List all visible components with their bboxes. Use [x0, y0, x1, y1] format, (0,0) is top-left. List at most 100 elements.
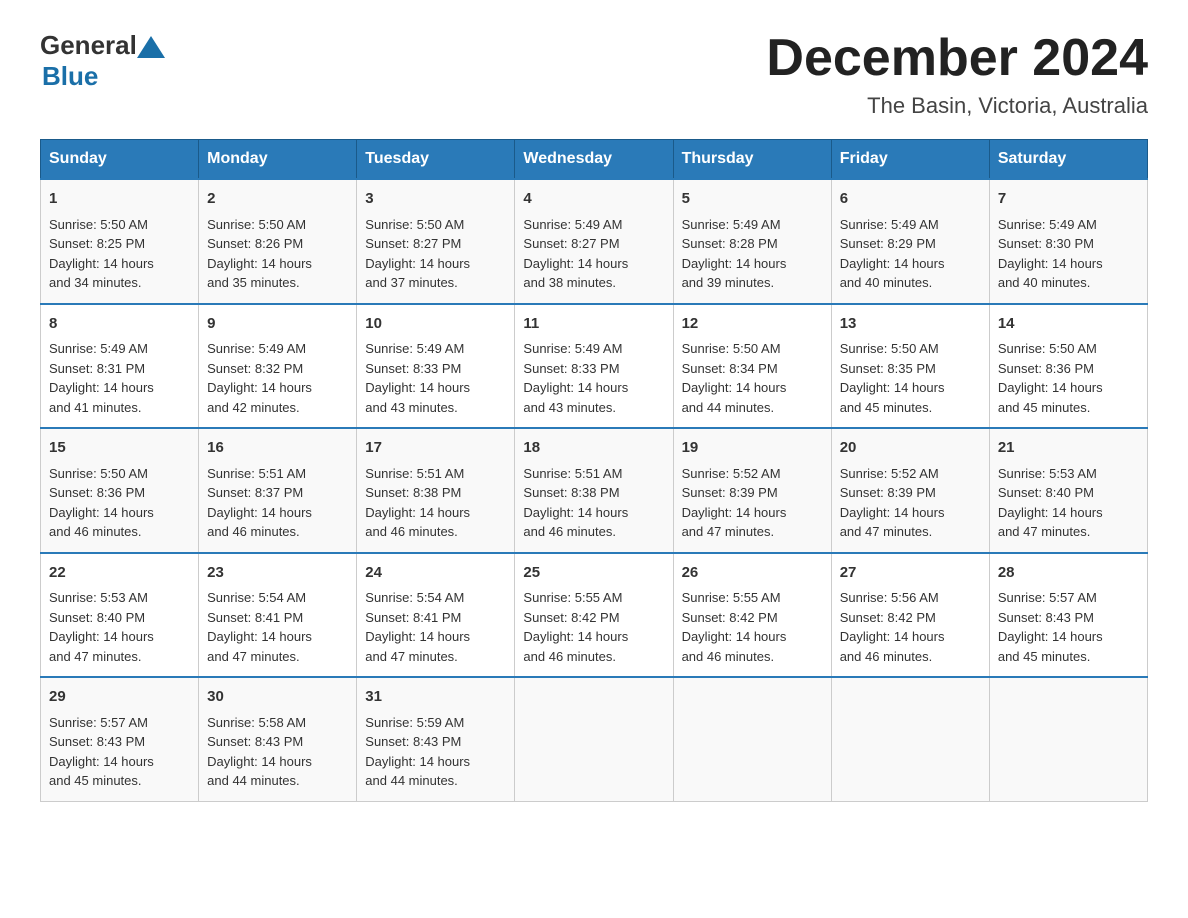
day-number: 16: [207, 437, 348, 460]
col-header-saturday: Saturday: [989, 140, 1147, 180]
calendar-cell: 5Sunrise: 5:49 AMSunset: 8:28 PMDaylight…: [673, 179, 831, 304]
logo-blue: Blue: [42, 61, 165, 92]
calendar-cell: [673, 677, 831, 801]
day-number: 14: [998, 313, 1139, 336]
day-number: 2: [207, 188, 348, 211]
col-header-friday: Friday: [831, 140, 989, 180]
day-info: Sunrise: 5:50 AMSunset: 8:34 PMDaylight:…: [682, 341, 787, 415]
location-title: The Basin, Victoria, Australia: [766, 93, 1148, 119]
page-header: General Blue December 2024 The Basin, Vi…: [40, 30, 1148, 119]
calendar-cell: 25 Sunrise: 5:55 AMSunset: 8:42 PMDayligh…: [515, 553, 673, 678]
day-number: 30: [207, 686, 348, 709]
calendar-week-row: 1 Sunrise: 5:50 AMSunset: 8:25 PMDaylight…: [41, 179, 1148, 304]
calendar-cell: 10 Sunrise: 5:49 AMSunset: 8:33 PMDayligh…: [357, 304, 515, 429]
day-info: Sunrise: 5:50 AMSunset: 8:36 PMDaylight:…: [998, 341, 1103, 415]
day-info: Sunrise: 5:55 AMSunset: 8:42 PMDaylight:…: [682, 590, 787, 664]
day-info: Sunrise: 5:59 AMSunset: 8:43 PMDaylight:…: [365, 715, 470, 789]
day-number: 6: [840, 188, 981, 211]
calendar-cell: 30Sunrise: 5:58 AMSunset: 8:43 PMDayligh…: [199, 677, 357, 801]
calendar-cell: 23Sunrise: 5:54 AMSunset: 8:41 PMDayligh…: [199, 553, 357, 678]
calendar-cell: 27 Sunrise: 5:56 AMSunset: 8:42 PMDayligh…: [831, 553, 989, 678]
day-info: Sunrise: 5:49 AMSunset: 8:28 PMDaylight:…: [682, 217, 787, 291]
calendar-cell: 15Sunrise: 5:50 AMSunset: 8:36 PMDayligh…: [41, 428, 199, 553]
calendar-cell: 22 Sunrise: 5:53 AMSunset: 8:40 PMDayligh…: [41, 553, 199, 678]
col-header-thursday: Thursday: [673, 140, 831, 180]
day-info: Sunrise: 5:55 AMSunset: 8:42 PMDaylight:…: [523, 590, 628, 664]
day-number: 29: [49, 686, 190, 709]
calendar-cell: [515, 677, 673, 801]
calendar-cell: 4 Sunrise: 5:49 AMSunset: 8:27 PMDaylight…: [515, 179, 673, 304]
day-number: 27: [840, 562, 981, 585]
day-number: 15: [49, 437, 190, 460]
day-number: 1: [49, 188, 190, 211]
day-info: Sunrise: 5:50 AMSunset: 8:25 PMDaylight:…: [49, 217, 154, 291]
day-info: Sunrise: 5:49 AMSunset: 8:33 PMDaylight:…: [523, 341, 628, 415]
calendar-cell: 12Sunrise: 5:50 AMSunset: 8:34 PMDayligh…: [673, 304, 831, 429]
day-number: 4: [523, 188, 664, 211]
day-number: 3: [365, 188, 506, 211]
day-info: Sunrise: 5:57 AMSunset: 8:43 PMDaylight:…: [998, 590, 1103, 664]
calendar-cell: 7 Sunrise: 5:49 AMSunset: 8:30 PMDaylight…: [989, 179, 1147, 304]
day-info: Sunrise: 5:52 AMSunset: 8:39 PMDaylight:…: [840, 466, 945, 540]
col-header-wednesday: Wednesday: [515, 140, 673, 180]
day-info: Sunrise: 5:49 AMSunset: 8:33 PMDaylight:…: [365, 341, 470, 415]
calendar-week-row: 29 Sunrise: 5:57 AMSunset: 8:43 PMDayligh…: [41, 677, 1148, 801]
calendar-cell: 13Sunrise: 5:50 AMSunset: 8:35 PMDayligh…: [831, 304, 989, 429]
day-number: 18: [523, 437, 664, 460]
calendar-cell: 20 Sunrise: 5:52 AMSunset: 8:39 PMDayligh…: [831, 428, 989, 553]
day-info: Sunrise: 5:50 AMSunset: 8:26 PMDaylight:…: [207, 217, 312, 291]
calendar-cell: 3 Sunrise: 5:50 AMSunset: 8:27 PMDaylight…: [357, 179, 515, 304]
calendar-cell: 17Sunrise: 5:51 AMSunset: 8:38 PMDayligh…: [357, 428, 515, 553]
day-number: 25: [523, 562, 664, 585]
calendar-cell: 6 Sunrise: 5:49 AMSunset: 8:29 PMDaylight…: [831, 179, 989, 304]
day-info: Sunrise: 5:53 AMSunset: 8:40 PMDaylight:…: [49, 590, 154, 664]
calendar-cell: 16 Sunrise: 5:51 AMSunset: 8:37 PMDayligh…: [199, 428, 357, 553]
day-number: 24: [365, 562, 506, 585]
calendar-cell: 19 Sunrise: 5:52 AMSunset: 8:39 PMDayligh…: [673, 428, 831, 553]
day-info: Sunrise: 5:51 AMSunset: 8:37 PMDaylight:…: [207, 466, 312, 540]
day-info: Sunrise: 5:50 AMSunset: 8:27 PMDaylight:…: [365, 217, 470, 291]
calendar-week-row: 22 Sunrise: 5:53 AMSunset: 8:40 PMDayligh…: [41, 553, 1148, 678]
calendar-cell: 21 Sunrise: 5:53 AMSunset: 8:40 PMDayligh…: [989, 428, 1147, 553]
day-info: Sunrise: 5:50 AMSunset: 8:35 PMDaylight:…: [840, 341, 945, 415]
calendar-cell: 8 Sunrise: 5:49 AMSunset: 8:31 PMDaylight…: [41, 304, 199, 429]
day-info: Sunrise: 5:51 AMSunset: 8:38 PMDaylight:…: [523, 466, 628, 540]
day-number: 20: [840, 437, 981, 460]
calendar-cell: 24 Sunrise: 5:54 AMSunset: 8:41 PMDayligh…: [357, 553, 515, 678]
day-info: Sunrise: 5:49 AMSunset: 8:30 PMDaylight:…: [998, 217, 1103, 291]
calendar-cell: 26 Sunrise: 5:55 AMSunset: 8:42 PMDayligh…: [673, 553, 831, 678]
day-info: Sunrise: 5:49 AMSunset: 8:31 PMDaylight:…: [49, 341, 154, 415]
calendar-table: SundayMondayTuesdayWednesdayThursdayFrid…: [40, 139, 1148, 802]
day-number: 23: [207, 562, 348, 585]
calendar-cell: 2 Sunrise: 5:50 AMSunset: 8:26 PMDaylight…: [199, 179, 357, 304]
day-info: Sunrise: 5:56 AMSunset: 8:42 PMDaylight:…: [840, 590, 945, 664]
calendar-week-row: 8 Sunrise: 5:49 AMSunset: 8:31 PMDaylight…: [41, 304, 1148, 429]
day-info: Sunrise: 5:53 AMSunset: 8:40 PMDaylight:…: [998, 466, 1103, 540]
day-info: Sunrise: 5:51 AMSunset: 8:38 PMDaylight:…: [365, 466, 470, 540]
day-info: Sunrise: 5:54 AMSunset: 8:41 PMDaylight:…: [365, 590, 470, 664]
day-number: 22: [49, 562, 190, 585]
day-number: 10: [365, 313, 506, 336]
day-info: Sunrise: 5:49 AMSunset: 8:27 PMDaylight:…: [523, 217, 628, 291]
day-info: Sunrise: 5:52 AMSunset: 8:39 PMDaylight:…: [682, 466, 787, 540]
day-number: 8: [49, 313, 190, 336]
calendar-cell: 14 Sunrise: 5:50 AMSunset: 8:36 PMDayligh…: [989, 304, 1147, 429]
calendar-cell: 18 Sunrise: 5:51 AMSunset: 8:38 PMDayligh…: [515, 428, 673, 553]
logo-general: General: [40, 30, 137, 61]
calendar-cell: 11Sunrise: 5:49 AMSunset: 8:33 PMDayligh…: [515, 304, 673, 429]
day-number: 7: [998, 188, 1139, 211]
logo-arrow-icon: [137, 36, 165, 58]
day-number: 26: [682, 562, 823, 585]
calendar-cell: 28Sunrise: 5:57 AMSunset: 8:43 PMDayligh…: [989, 553, 1147, 678]
day-number: 21: [998, 437, 1139, 460]
day-number: 19: [682, 437, 823, 460]
col-header-monday: Monday: [199, 140, 357, 180]
calendar-header-row: SundayMondayTuesdayWednesdayThursdayFrid…: [41, 140, 1148, 180]
calendar-cell: 1 Sunrise: 5:50 AMSunset: 8:25 PMDaylight…: [41, 179, 199, 304]
calendar-cell: 29 Sunrise: 5:57 AMSunset: 8:43 PMDayligh…: [41, 677, 199, 801]
day-info: Sunrise: 5:57 AMSunset: 8:43 PMDaylight:…: [49, 715, 154, 789]
calendar-cell: [831, 677, 989, 801]
calendar-cell: 9Sunrise: 5:49 AMSunset: 8:32 PMDaylight…: [199, 304, 357, 429]
day-info: Sunrise: 5:49 AMSunset: 8:29 PMDaylight:…: [840, 217, 945, 291]
title-area: December 2024 The Basin, Victoria, Austr…: [766, 30, 1148, 119]
